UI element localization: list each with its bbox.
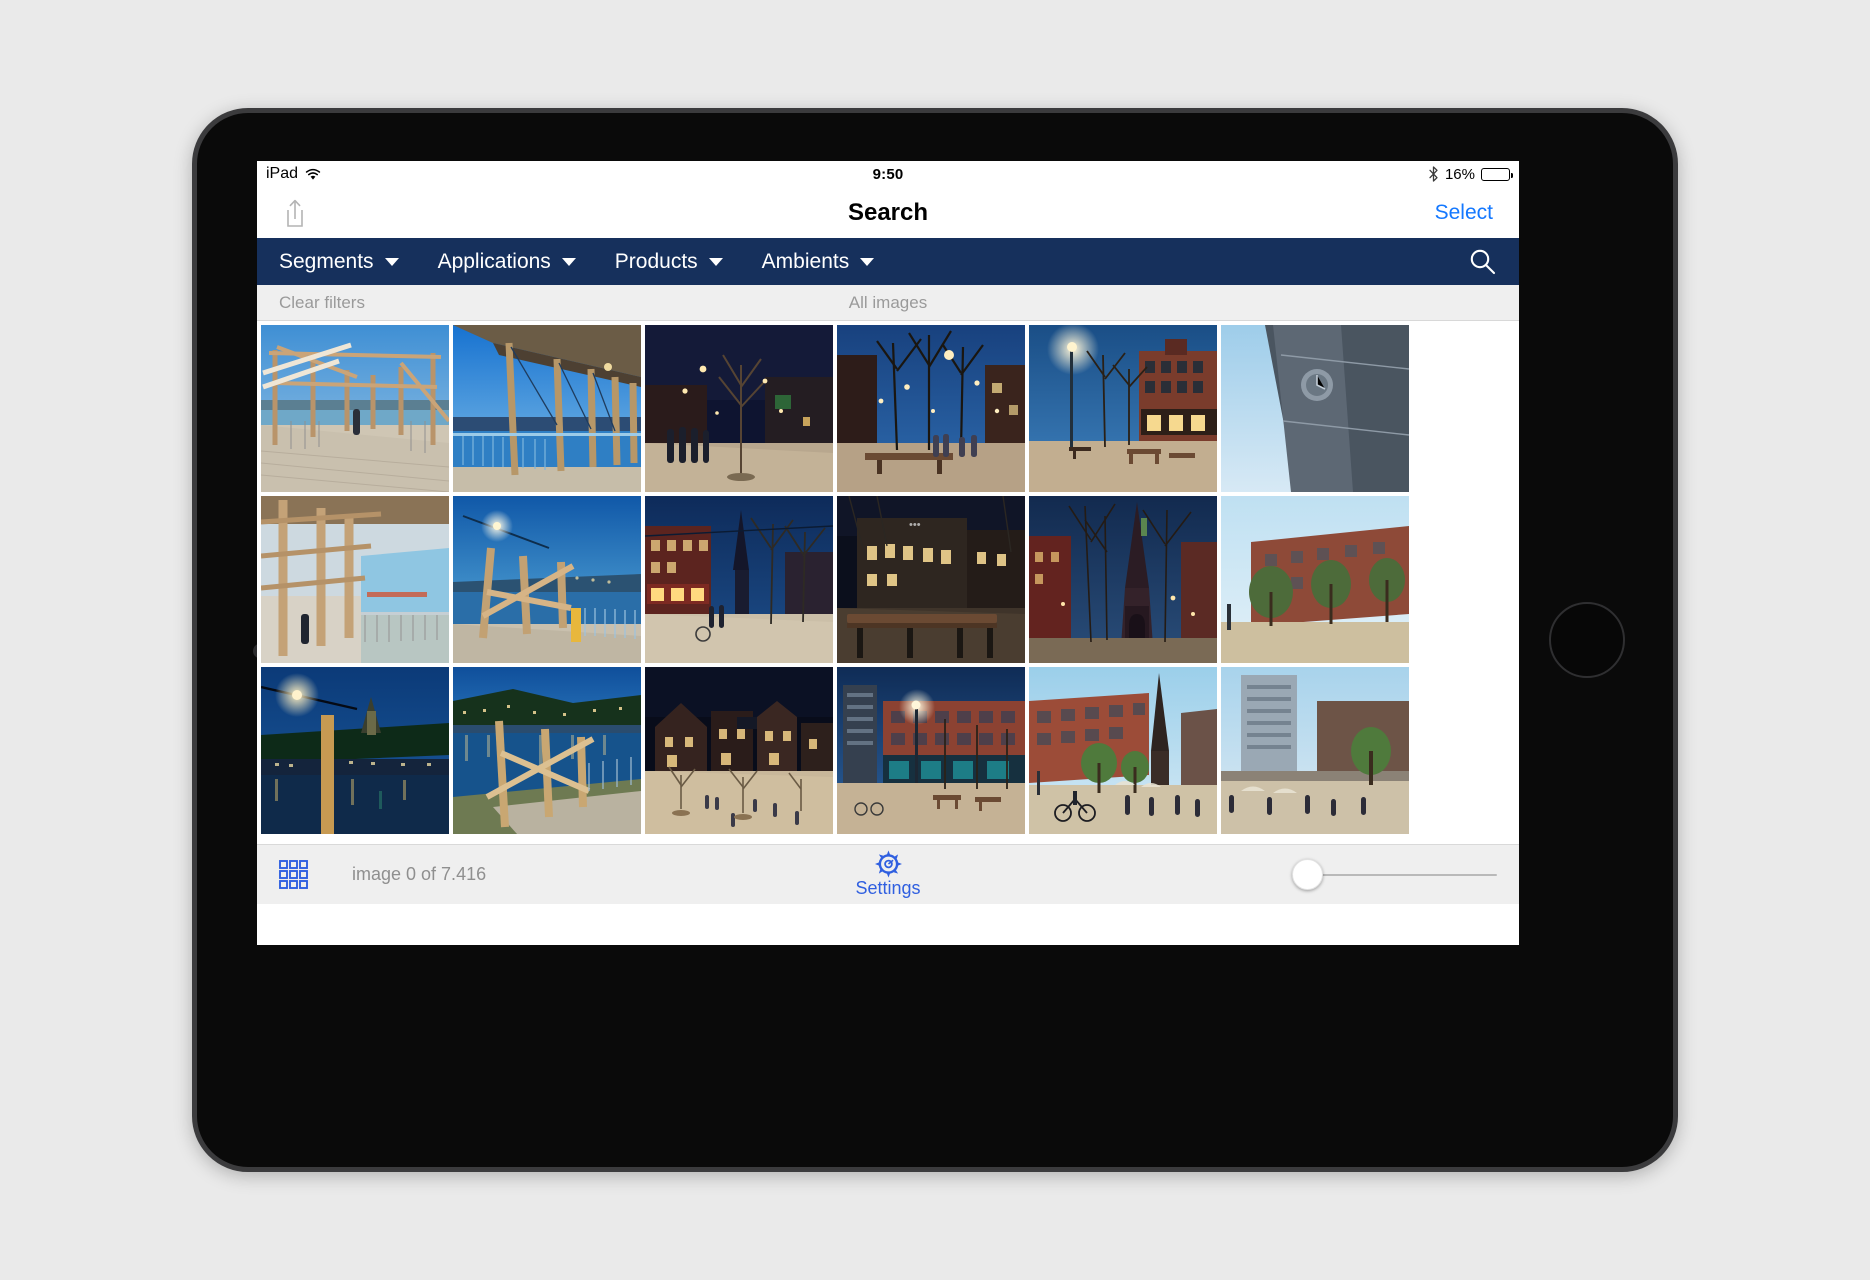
thumbnail-r3c3[interactable] bbox=[645, 667, 833, 834]
thumbnail-r2c4[interactable]: ••• bbox=[837, 496, 1025, 663]
select-button[interactable]: Select bbox=[1435, 201, 1493, 225]
thumbnail-r2c2[interactable] bbox=[453, 496, 641, 663]
home-button[interactable] bbox=[1549, 602, 1625, 678]
photo-grid[interactable]: ••• bbox=[257, 321, 1519, 844]
filter-label-segments: Segments bbox=[279, 249, 374, 273]
thumbnail-r1c6[interactable] bbox=[1221, 325, 1409, 492]
filter-label-products: Products bbox=[614, 249, 698, 273]
slider-thumb[interactable] bbox=[1292, 859, 1323, 890]
image-scope-label: All images bbox=[848, 292, 928, 312]
chevron-down-icon bbox=[708, 257, 723, 266]
ipad-device-frame: iPad 9:50 16% Search Select Segments App… bbox=[192, 108, 1678, 1172]
status-bar: iPad 9:50 16% bbox=[257, 161, 1519, 187]
thumbnail-r1c4[interactable] bbox=[837, 325, 1025, 492]
bluetooth-icon bbox=[1428, 166, 1439, 182]
bottom-toolbar: image 0 of 7.416 Settings bbox=[257, 844, 1519, 904]
filter-dropdown-segments[interactable]: Segments bbox=[279, 250, 399, 274]
thumbnail-size-slider[interactable] bbox=[1292, 859, 1497, 890]
filter-bar: Segments Applications Products Ambients bbox=[257, 238, 1519, 285]
thumbnail-r2c5[interactable] bbox=[1029, 496, 1217, 663]
filter-status-bar: Clear filters All images bbox=[257, 285, 1519, 321]
gear-icon bbox=[874, 850, 902, 878]
thumbnail-r1c5[interactable] bbox=[1029, 325, 1217, 492]
svg-text:•••: ••• bbox=[909, 519, 921, 531]
thumbnail-r3c1[interactable] bbox=[261, 667, 449, 834]
thumbnail-r3c5[interactable] bbox=[1029, 667, 1217, 834]
battery-icon bbox=[1481, 167, 1514, 181]
thumbnail-r2c1[interactable] bbox=[261, 496, 449, 663]
chevron-down-icon bbox=[860, 257, 875, 266]
search-button[interactable] bbox=[1468, 247, 1497, 276]
photo-grid-row bbox=[261, 667, 1515, 834]
status-bar-right: 16% bbox=[1428, 165, 1514, 183]
battery-percent-label: 16% bbox=[1444, 165, 1475, 183]
thumbnail-r3c4[interactable] bbox=[837, 667, 1025, 834]
grid-view-button[interactable] bbox=[279, 860, 308, 889]
thumbnail-r3c2[interactable] bbox=[453, 667, 641, 834]
navigation-bar: Search Select bbox=[257, 187, 1519, 238]
photo-grid-row bbox=[261, 325, 1515, 492]
filter-dropdown-products[interactable]: Products bbox=[615, 250, 723, 274]
chevron-down-icon bbox=[384, 257, 399, 266]
settings-label: Settings bbox=[855, 878, 921, 898]
ipad-screen: iPad 9:50 16% Search Select Segments App… bbox=[257, 161, 1519, 945]
filter-label-ambients: Ambients bbox=[761, 249, 850, 273]
grid-icon bbox=[279, 860, 308, 889]
thumbnail-r3c6[interactable] bbox=[1221, 667, 1409, 834]
filter-dropdown-ambients[interactable]: Ambients bbox=[762, 250, 875, 274]
thumbnail-r1c1[interactable] bbox=[261, 325, 449, 492]
filter-label-applications: Applications bbox=[437, 249, 551, 273]
thumbnail-r1c2[interactable] bbox=[453, 325, 641, 492]
image-count-label: image 0 of 7.416 bbox=[352, 864, 487, 884]
photo-grid-row: ••• bbox=[261, 496, 1515, 663]
thumbnail-r1c3[interactable] bbox=[645, 325, 833, 492]
thumbnail-r2c6[interactable] bbox=[1221, 496, 1409, 663]
filter-dropdown-applications[interactable]: Applications bbox=[438, 250, 576, 274]
status-bar-clock: 9:50 bbox=[872, 165, 904, 183]
thumbnail-r2c3[interactable] bbox=[645, 496, 833, 663]
settings-button[interactable]: Settings bbox=[855, 849, 921, 899]
chevron-down-icon bbox=[561, 257, 576, 266]
search-icon bbox=[1470, 249, 1496, 275]
share-icon[interactable] bbox=[283, 198, 307, 228]
page-title: Search bbox=[847, 198, 929, 226]
